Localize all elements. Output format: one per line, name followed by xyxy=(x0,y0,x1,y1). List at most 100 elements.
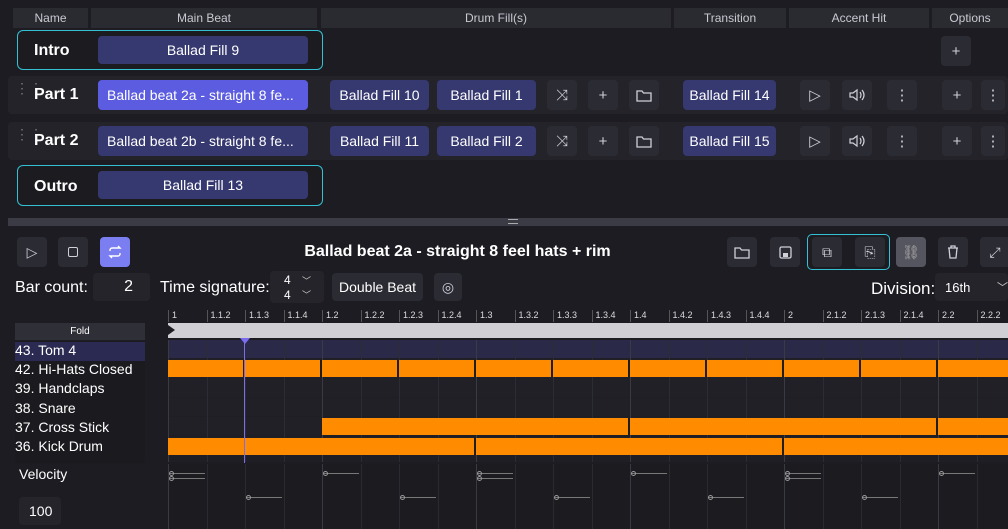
note[interactable] xyxy=(861,360,938,378)
velocity-bar[interactable] xyxy=(863,497,898,498)
add-fill-button[interactable]: + xyxy=(588,126,618,156)
folder-icon[interactable] xyxy=(727,237,757,267)
fill-button[interactable]: Ballad Fill 1 xyxy=(437,80,536,110)
main-beat-button[interactable]: Ballad beat 2b - straight 8 fe... xyxy=(98,126,308,156)
more-icon[interactable]: ⋮ xyxy=(887,80,917,110)
velocity-handle[interactable] xyxy=(939,471,944,476)
velocity-bar[interactable] xyxy=(478,478,513,479)
note[interactable] xyxy=(322,418,630,436)
note[interactable] xyxy=(784,360,861,378)
section-name[interactable]: Part 2 xyxy=(34,132,78,150)
play-icon[interactable]: ▷ xyxy=(17,237,47,267)
folder-icon[interactable] xyxy=(629,126,659,156)
velocity-bar[interactable] xyxy=(401,497,436,498)
folder-icon[interactable] xyxy=(629,80,659,110)
timeline-ruler[interactable]: 1 1.1.2 1.1.3 1.1.4 1.2 1.2.2 1.2.3 1.2.4 1.3 1.3… xyxy=(168,310,1008,322)
unlink-icon[interactable]: ⛓ xyxy=(896,237,926,267)
note[interactable] xyxy=(630,418,938,436)
velocity-lane[interactable] xyxy=(168,464,1008,529)
add-fill-button[interactable]: + xyxy=(588,80,618,110)
fill-button[interactable]: Ballad Fill 11 xyxy=(330,126,429,156)
options-more-icon[interactable]: ⋮ xyxy=(981,80,1005,110)
track-label[interactable]: 42. Hi-Hats Closed xyxy=(15,361,145,380)
playhead-handle-icon[interactable] xyxy=(240,338,250,344)
note[interactable] xyxy=(938,418,1008,436)
save-icon[interactable] xyxy=(770,237,800,267)
speaker-icon[interactable] xyxy=(842,80,872,110)
transition-button[interactable]: Ballad Fill 15 xyxy=(683,126,776,156)
section-name[interactable]: Outro xyxy=(34,178,78,196)
velocity-handle[interactable] xyxy=(631,471,636,476)
bar-count-input[interactable]: 2 xyxy=(93,273,150,301)
section-name[interactable]: Part 1 xyxy=(34,86,78,104)
velocity-bar[interactable] xyxy=(709,497,744,498)
loop-start-icon[interactable] xyxy=(168,325,175,335)
velocity-bar[interactable] xyxy=(170,478,205,479)
play-icon[interactable]: ▷ xyxy=(800,126,830,156)
velocity-bar[interactable] xyxy=(478,473,513,474)
shuffle-icon[interactable]: ⤨ xyxy=(547,126,577,156)
main-beat-button[interactable]: Ballad beat 2a - straight 8 fe... xyxy=(98,80,308,110)
velocity-bar[interactable] xyxy=(786,473,821,474)
note[interactable] xyxy=(245,360,322,378)
velocity-handle[interactable] xyxy=(246,495,251,500)
velocity-bar[interactable] xyxy=(786,478,821,479)
loop-icon[interactable] xyxy=(100,237,130,267)
note[interactable] xyxy=(476,437,784,455)
note[interactable] xyxy=(938,360,1008,378)
time-signature-select[interactable] xyxy=(270,271,324,303)
main-beat-button[interactable]: Ballad Fill 9 xyxy=(98,36,308,64)
note[interactable] xyxy=(630,360,707,378)
playhead[interactable] xyxy=(244,338,245,463)
track-label[interactable]: 43. Tom 4 xyxy=(15,342,145,361)
add-button[interactable]: + xyxy=(942,80,972,110)
velocity-handle[interactable] xyxy=(323,471,328,476)
track-label[interactable]: 36. Kick Drum xyxy=(15,438,145,457)
fill-button[interactable]: Ballad Fill 10 xyxy=(330,80,429,110)
grip-icon[interactable] xyxy=(508,219,518,224)
velocity-bar[interactable] xyxy=(324,473,359,474)
fill-button[interactable]: Ballad Fill 2 xyxy=(437,126,536,156)
fold-button[interactable]: Fold xyxy=(15,323,145,340)
note[interactable] xyxy=(784,437,1008,455)
main-beat-button[interactable]: Ballad Fill 13 xyxy=(98,171,308,199)
section-name[interactable]: Intro xyxy=(34,42,70,60)
note[interactable] xyxy=(707,360,784,378)
stop-icon[interactable] xyxy=(58,237,88,267)
velocity-bar[interactable] xyxy=(632,473,667,474)
loop-region[interactable] xyxy=(168,323,1008,338)
velocity-handle[interactable] xyxy=(400,495,405,500)
velocity-handle[interactable] xyxy=(785,476,790,481)
expand-icon[interactable]: ⤢ xyxy=(980,237,1008,267)
copy-icon[interactable]: ⧉ xyxy=(812,237,842,267)
options-more-icon[interactable]: ⋮ xyxy=(981,126,1005,156)
velocity-handle[interactable] xyxy=(477,476,482,481)
track-label[interactable]: 37. Cross Stick xyxy=(15,419,145,438)
more-icon[interactable]: ⋮ xyxy=(887,126,917,156)
velocity-bar[interactable] xyxy=(170,473,205,474)
note[interactable] xyxy=(399,360,476,378)
add-button[interactable]: + xyxy=(942,126,972,156)
transition-button[interactable]: Ballad Fill 14 xyxy=(683,80,776,110)
pattern-grid[interactable] xyxy=(168,340,1008,462)
paste-icon[interactable]: ⎘ xyxy=(855,237,885,267)
shuffle-icon[interactable]: ⤨ xyxy=(547,80,577,110)
add-button[interactable]: + xyxy=(941,36,971,66)
velocity-bar[interactable] xyxy=(940,473,975,474)
velocity-handle[interactable] xyxy=(708,495,713,500)
velocity-handle[interactable] xyxy=(862,495,867,500)
velocity-handle[interactable] xyxy=(554,495,559,500)
trash-icon[interactable] xyxy=(938,237,968,267)
velocity-bar[interactable] xyxy=(555,497,590,498)
note[interactable] xyxy=(322,360,399,378)
velocity-input[interactable]: 100 xyxy=(19,497,61,525)
velocity-handle[interactable] xyxy=(169,476,174,481)
note[interactable] xyxy=(168,437,476,455)
note[interactable] xyxy=(476,360,553,378)
note[interactable] xyxy=(553,360,630,378)
track-label[interactable]: 38. Snare xyxy=(15,400,145,419)
note[interactable] xyxy=(168,360,245,378)
track-label[interactable]: 39. Handclaps xyxy=(15,380,145,399)
double-beat-button[interactable]: Double Beat xyxy=(332,273,423,301)
velocity-bar[interactable] xyxy=(247,497,282,498)
